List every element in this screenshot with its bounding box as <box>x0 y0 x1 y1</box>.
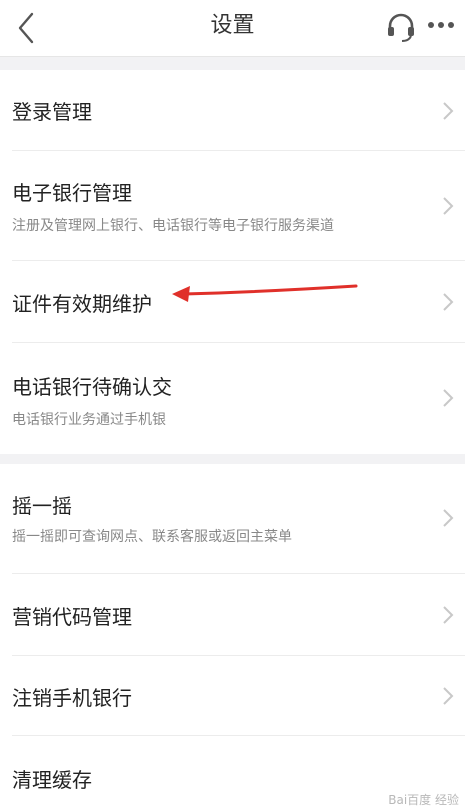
menu-item-deregister-mobile-bank[interactable]: 注销手机银行 <box>0 656 465 736</box>
chevron-right-icon <box>443 197 454 215</box>
chevron-right-icon <box>443 102 454 120</box>
chevron-right-icon <box>443 687 454 705</box>
menu-item-description: 摇一摇即可查询网点、联系客服或返回主菜单 <box>12 529 292 545</box>
settings-group-1: 登录管理 电子银行管理 注册及管理网上银行、电话银行等电子银行服务渠道 证件有效… <box>0 70 465 454</box>
menu-item-label: 摇一摇 <box>12 494 72 518</box>
menu-item-label: 清理缓存 <box>12 768 92 792</box>
menu-item-label: 证件有效期维护 <box>12 292 152 316</box>
chevron-right-icon <box>443 606 454 624</box>
menu-item-shake[interactable]: 摇一摇 摇一摇即可查询网点、联系客服或返回主菜单 <box>0 464 465 574</box>
menu-item-label: 电话银行待确认交 <box>12 375 172 399</box>
annotation-arrow-icon <box>172 284 358 302</box>
headset-icon[interactable] <box>384 10 418 44</box>
menu-item-label: 登录管理 <box>12 100 92 124</box>
menu-item-ebank-management[interactable]: 电子银行管理 注册及管理网上银行、电话银行等电子银行服务渠道 <box>0 151 465 261</box>
more-dots-icon[interactable] <box>424 10 458 44</box>
watermark: Bai百度 经验 <box>388 793 459 807</box>
nav-bar: 设置 <box>0 0 465 57</box>
menu-item-label: 营销代码管理 <box>12 605 132 629</box>
settings-group-2: 摇一摇 摇一摇即可查询网点、联系客服或返回主菜单 营销代码管理 注销手机银行 清… <box>0 464 465 812</box>
chevron-right-icon <box>443 293 454 311</box>
menu-item-marketing-code[interactable]: 营销代码管理 <box>0 574 465 656</box>
menu-item-label: 电子银行管理 <box>12 181 132 205</box>
menu-item-phone-bank-pending[interactable]: 电话银行待确认交 电话银行业务通过手机银 <box>0 343 465 454</box>
chevron-right-icon <box>443 389 454 407</box>
menu-item-login-management[interactable]: 登录管理 <box>0 70 465 151</box>
menu-item-label: 注销手机银行 <box>12 686 132 710</box>
menu-item-description: 注册及管理网上银行、电话银行等电子银行服务渠道 <box>12 218 334 234</box>
menu-item-description: 电话银行业务通过手机银 <box>12 412 166 428</box>
chevron-right-icon <box>443 509 454 527</box>
